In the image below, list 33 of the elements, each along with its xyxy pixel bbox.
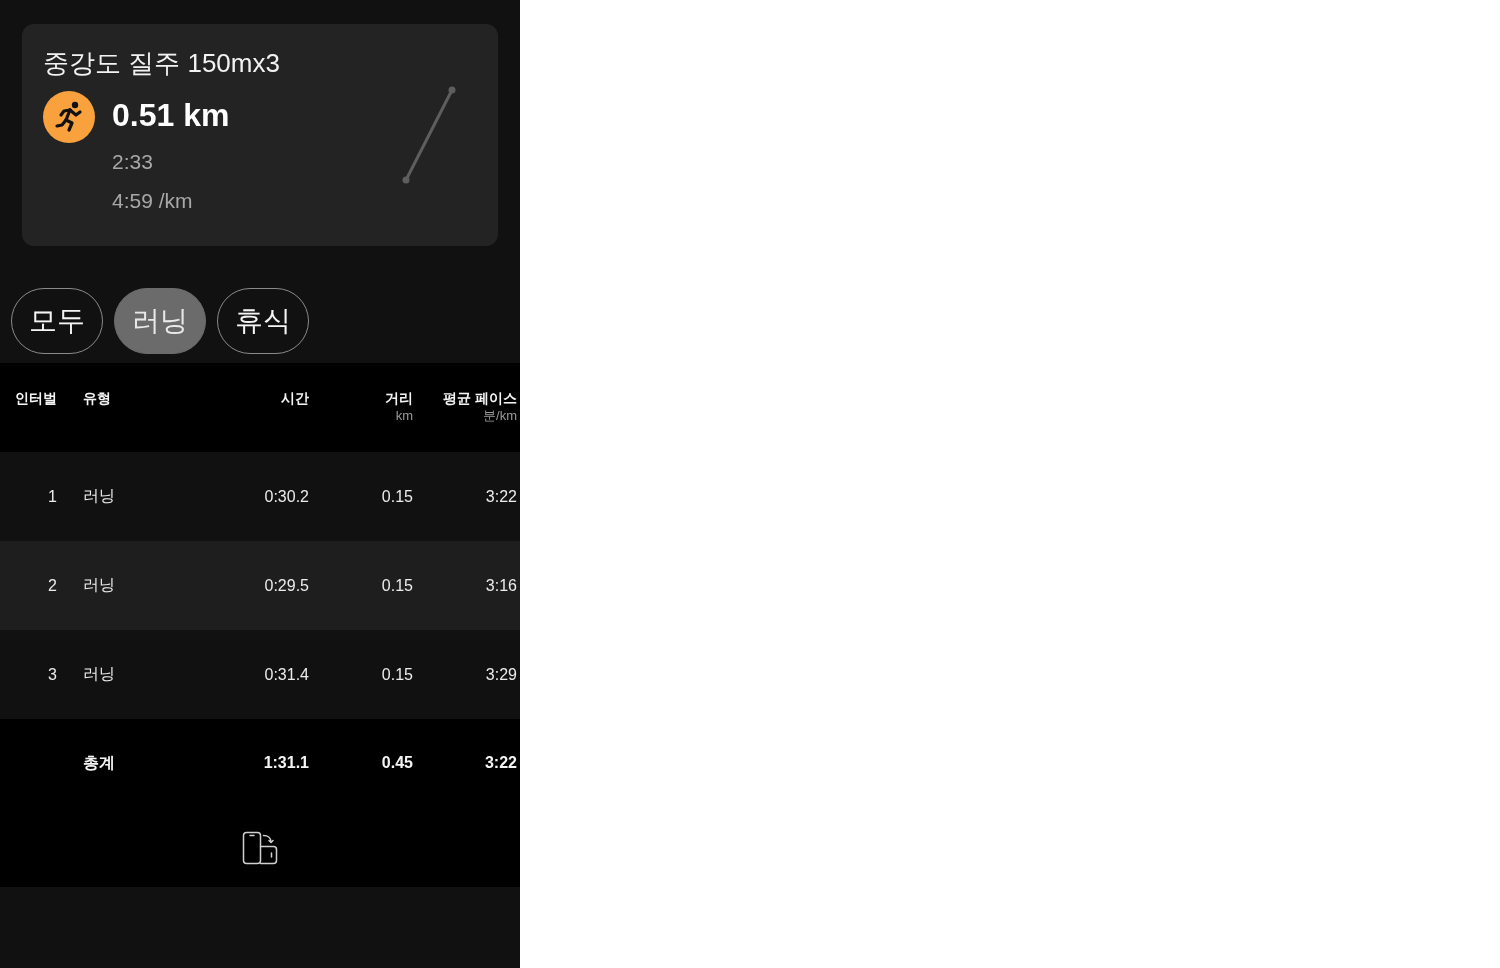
filter-tab[interactable]: 러닝 (114, 288, 206, 354)
rotate-device-icon[interactable] (242, 831, 278, 865)
column-header: 거리 (385, 390, 413, 407)
interval-number: 1 (48, 487, 57, 506)
running-figure-icon (43, 91, 95, 143)
pace-cell: 3:22 (485, 487, 517, 506)
type-cell-text: 러닝 (82, 664, 115, 684)
distance-cell: 0.15 (381, 487, 413, 506)
distance-cell: 0.15 (381, 576, 413, 595)
workout-title: 중강도 질주 150mx3 (43, 47, 281, 79)
column-header: 평균 페이스 (443, 390, 517, 407)
time-cell: 0:30.2 (264, 487, 309, 506)
distance-cell: 0.15 (381, 665, 413, 684)
column-unit: 분/km (483, 407, 517, 424)
type-cell-text: 러닝 (82, 486, 115, 506)
time-cell: 0:31.4 (264, 665, 309, 684)
column-header: 시간 (281, 390, 309, 407)
pace-cell: 3:29 (485, 665, 517, 684)
total-label: 총계 (82, 752, 115, 773)
total-distance: 0.45 (381, 754, 413, 772)
time-cell: 0:29.5 (264, 576, 309, 595)
distance-value: 0.51 km (112, 96, 230, 135)
total-time: 1:31.1 (263, 754, 309, 772)
column-unit: km (395, 407, 413, 424)
interval-number: 2 (48, 576, 57, 595)
duration-value: 2:33 (112, 149, 154, 175)
total-pace: 3:22 (484, 754, 517, 772)
pace-value: 4:59 /km (112, 188, 194, 214)
column-header: 인터벌 (15, 390, 57, 407)
interval-number: 3 (48, 665, 57, 684)
type-cell-text: 러닝 (82, 575, 115, 595)
pace-cell: 3:16 (485, 576, 517, 595)
column-header: 유형 (83, 390, 111, 407)
